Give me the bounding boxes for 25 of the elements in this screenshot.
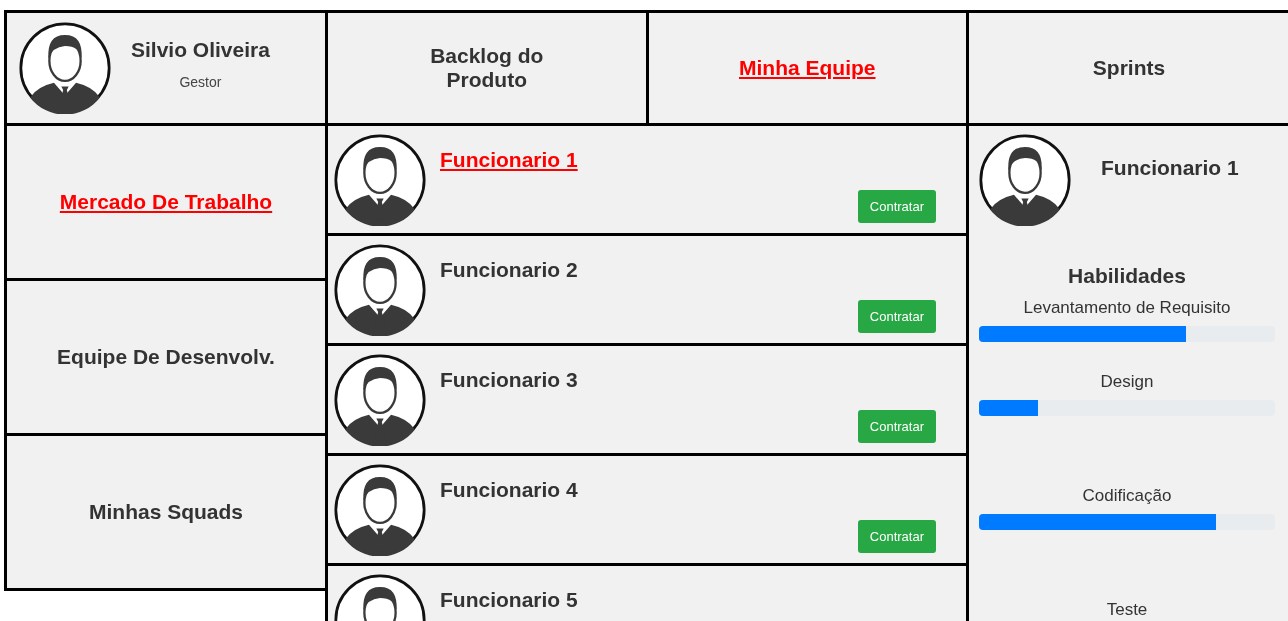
employee-name[interactable]: Funcionario 3 <box>440 368 578 392</box>
sprints-link[interactable]: Sprints <box>1092 56 1166 80</box>
sidebar-link[interactable]: Mercado De Trabalho <box>59 190 273 214</box>
avatar-icon <box>19 22 111 114</box>
skill-label: Levantamento de Requisito <box>1023 298 1231 318</box>
employee-name[interactable]: Funcionario 4 <box>440 478 578 502</box>
avatar-icon <box>334 134 426 226</box>
avatar-icon <box>334 354 426 446</box>
user-name: Silvio Oliveira <box>131 38 270 62</box>
employee-name: Funcionario 1 <box>1101 156 1239 180</box>
avatar-icon <box>334 464 426 556</box>
avatar-icon <box>334 244 426 336</box>
nav-link[interactable]: Minha Equipe <box>739 56 876 80</box>
employee-name[interactable]: Funcionario 1 <box>440 148 578 172</box>
skill-label: Codificação <box>1082 486 1172 506</box>
sidebar-link[interactable]: Equipe De Desenvolv. <box>57 345 275 369</box>
avatar-icon <box>979 134 1071 226</box>
skills-title: Habilidades <box>1068 264 1186 288</box>
employee-name[interactable]: Funcionario 5 <box>440 588 578 612</box>
nav-link[interactable]: Backlog do Produto <box>406 44 567 92</box>
user-role: Gestor <box>179 74 222 90</box>
skill-label: Teste <box>1106 600 1148 620</box>
skill-label: Design <box>1100 372 1154 392</box>
sidebar-link[interactable]: Minhas Squads <box>89 500 243 524</box>
employee-name[interactable]: Funcionario 2 <box>440 258 578 282</box>
